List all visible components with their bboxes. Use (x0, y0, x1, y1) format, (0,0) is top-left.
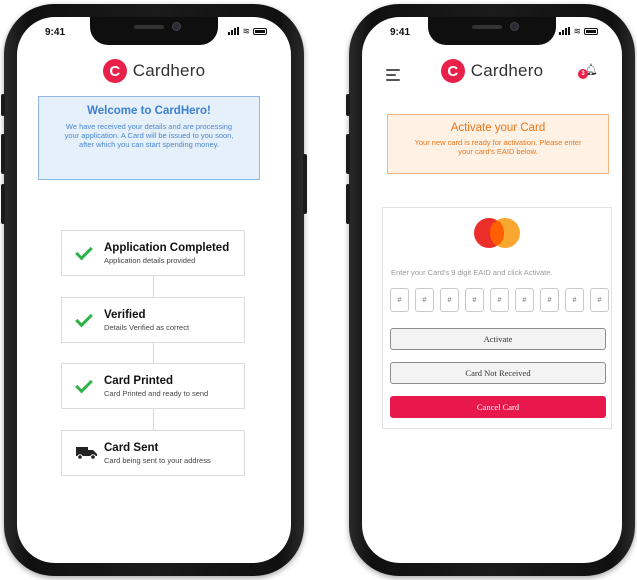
check-icon (75, 375, 93, 393)
side-button (346, 134, 350, 174)
brand-logo-icon: C (102, 59, 127, 83)
side-button (346, 94, 350, 116)
welcome-line: after which you can start spending money… (79, 140, 219, 149)
notch (428, 17, 556, 45)
step-card-sent: Card Sent Card being sent to your addres… (61, 430, 245, 476)
step-verified: Verified Details Verified as correct (61, 297, 245, 343)
status-time: 9:41 (45, 27, 66, 38)
welcome-line: your application. A Card will be issued … (64, 131, 234, 140)
brand-header: C Cardhero (17, 59, 291, 83)
check-icon (75, 309, 93, 327)
step-title: Verified (104, 308, 146, 321)
step-title: Card Printed (104, 374, 174, 387)
check-icon (75, 242, 93, 260)
phone-right: 9:41 ≋ C Cardhero 🔔︎ 3 Activate your Car… (346, 4, 635, 576)
activation-title: Activate your Card (450, 122, 546, 134)
eaid-digit-inputs (390, 288, 609, 312)
side-button (303, 154, 307, 214)
eaid-digit-1[interactable] (390, 288, 409, 312)
card-not-received-button[interactable]: Card Not Received (390, 362, 606, 384)
activation-text: Your new card is ready for activation. P… (394, 138, 602, 156)
brand-logo-icon: C (440, 59, 465, 83)
activation-line: your card's EAID below. (458, 147, 538, 156)
side-button (346, 184, 350, 224)
signal-icon (559, 27, 571, 35)
brand-name: Cardhero (132, 61, 206, 80)
brand-name: Cardhero (470, 61, 544, 80)
welcome-message: Welcome to CardHero! We have received yo… (38, 96, 260, 180)
eaid-digit-4[interactable] (465, 288, 484, 312)
eaid-instructions: Enter your Card's 9 digit EAID and click… (391, 268, 553, 277)
step-subtitle: Card Printed and ready to send (104, 388, 209, 398)
eaid-digit-7[interactable] (540, 288, 559, 312)
step-card-printed: Card Printed Card Printed and ready to s… (61, 363, 245, 409)
step-subtitle: Application details provided (104, 255, 196, 265)
welcome-title: Welcome to CardHero! (87, 105, 211, 117)
timeline-connector (153, 257, 154, 457)
side-button (1, 94, 5, 116)
mastercard-logo-icon (474, 218, 520, 248)
eaid-digit-8[interactable] (565, 288, 584, 312)
eaid-digit-9[interactable] (590, 288, 609, 312)
notch (90, 17, 218, 45)
step-title: Application Completed (104, 241, 230, 254)
card-activation-panel: Enter your Card's 9 digit EAID and click… (382, 207, 612, 429)
step-title: Card Sent (104, 441, 159, 454)
battery-icon (253, 27, 267, 35)
battery-icon (584, 27, 598, 35)
eaid-digit-6[interactable] (515, 288, 534, 312)
eaid-digit-3[interactable] (440, 288, 459, 312)
truck-icon (76, 447, 97, 460)
eaid-digit-2[interactable] (415, 288, 434, 312)
step-subtitle: Card being sent to your address (104, 455, 211, 465)
status-time: 9:41 (390, 27, 411, 38)
wifi-icon: ≋ (573, 26, 581, 36)
step-subtitle: Details Verified as correct (104, 322, 190, 332)
signal-icon (228, 27, 240, 35)
wifi-icon: ≋ (242, 26, 250, 36)
notification-badge: 3 (578, 69, 588, 79)
activate-button[interactable]: Activate (390, 328, 606, 350)
status-icons: ≋ (228, 26, 267, 36)
status-icons: ≋ (559, 26, 598, 36)
notifications-button[interactable]: 🔔︎ 3 (578, 63, 598, 81)
screen-activate-card: 9:41 ≋ C Cardhero 🔔︎ 3 Activate your Car… (362, 17, 622, 563)
step-application-completed: Application Completed Application detail… (61, 230, 245, 276)
activation-notice: Activate your Card Your new card is read… (387, 114, 609, 174)
side-button (1, 134, 5, 174)
phone-left: 9:41 ≋ C Cardhero Welcome to CardHero! W… (1, 4, 307, 576)
welcome-line: We have received your details and are pr… (65, 122, 233, 131)
side-button (1, 184, 5, 224)
cancel-card-button[interactable]: Cancel Card (390, 396, 606, 418)
screen-application-status: 9:41 ≋ C Cardhero Welcome to CardHero! W… (17, 17, 291, 563)
activation-line: Your new card is ready for activation. P… (414, 138, 582, 147)
eaid-digit-5[interactable] (490, 288, 509, 312)
welcome-text: We have received your details and are pr… (47, 122, 251, 149)
